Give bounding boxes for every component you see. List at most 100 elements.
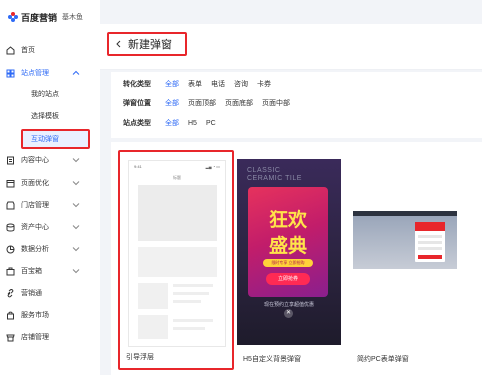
- sidebar-item-content-center[interactable]: 内容中心: [0, 152, 100, 168]
- chevron-down-icon: [72, 247, 80, 252]
- brand-name: 百度营销: [21, 12, 58, 23]
- filter-option[interactable]: 全部: [165, 98, 179, 108]
- page-title: 新建弹窗: [128, 39, 172, 51]
- calendar-icon: [6, 179, 15, 188]
- brand-product: 基木鱼: [62, 14, 84, 21]
- home-icon: [6, 45, 15, 55]
- sidebar-item-asset-center[interactable]: 资产中心: [0, 219, 100, 235]
- filter-option[interactable]: PC: [206, 120, 216, 127]
- sidebar-subitem-choose-template[interactable]: 选择模板: [31, 109, 59, 123]
- sidebar-item-marketing-link[interactable]: 营销通: [0, 285, 100, 301]
- sidebar-item-label: 数据分析: [21, 246, 49, 253]
- chevron-down-icon: [72, 269, 80, 274]
- back-arrow-icon[interactable]: [115, 40, 122, 48]
- brand-logo[interactable]: 百度营销 基木鱼: [8, 10, 83, 24]
- document-icon: [6, 156, 15, 165]
- filter-option[interactable]: 页面中部: [262, 98, 290, 108]
- analytics-icon: [6, 245, 15, 254]
- phone-page-title: 标题: [173, 175, 181, 180]
- filter-option[interactable]: 全部: [165, 79, 179, 89]
- grid-icon: [6, 69, 15, 78]
- template-card-label: 引导浮层: [126, 354, 154, 361]
- filter-option[interactable]: 页面底部: [225, 98, 253, 108]
- sidebar-item-label: 门店管理: [21, 202, 49, 209]
- chevron-up-icon: [72, 70, 80, 75]
- filter-option[interactable]: 页面顶部: [188, 98, 216, 108]
- toolbox-icon: [6, 267, 15, 276]
- store-icon: [6, 201, 15, 210]
- bg-text: CLASSIC CERAMIC TILE: [247, 167, 302, 182]
- template-card-pc-form[interactable]: [353, 159, 457, 345]
- sidebar-item-toolbox[interactable]: 百宝箱: [0, 263, 100, 279]
- sidebar-item-page-optimization[interactable]: 页面优化: [0, 175, 100, 191]
- database-icon: [6, 223, 15, 232]
- sidebar-item-label: 页面优化: [21, 180, 49, 187]
- sidebar-item-label: 店铺管理: [21, 334, 49, 341]
- page-header: 新建弹窗: [100, 24, 482, 70]
- close-icon: ✕: [284, 309, 293, 318]
- phone-status-icons: ▂▄ ◔ ▭: [205, 164, 220, 169]
- filter-option[interactable]: 电话: [211, 79, 225, 89]
- sidebar-item-label: 站点管理: [21, 70, 49, 77]
- sidebar: 百度营销 基木鱼 首页 站点管理 我的站点 选择模板 互动弹窗 内容中心 页面优…: [0, 0, 100, 375]
- sidebar-subitem-my-sites[interactable]: 我的站点: [31, 87, 59, 101]
- filter-option[interactable]: 卡券: [257, 79, 271, 89]
- placeholder-line: [173, 319, 213, 322]
- filter-row-conversion-type: 转化类型 全部 表单 电话 咨询 卡券: [123, 78, 280, 90]
- placeholder-line: [173, 300, 201, 303]
- phone-preview: 9:41 ▂▄ ◔ ▭ 标题: [128, 160, 226, 347]
- sidebar-item-label: 资产中心: [21, 224, 49, 231]
- shop-icon: [6, 333, 15, 342]
- sidebar-subitem-interactive-popup[interactable]: 互动弹窗: [31, 132, 59, 146]
- sidebar-item-label: 首页: [21, 47, 35, 54]
- sidebar-item-home[interactable]: 首页: [0, 42, 100, 58]
- chevron-down-icon: [72, 158, 80, 163]
- sidebar-item-service-market[interactable]: 服务市场: [0, 307, 100, 323]
- sidebar-item-shop-management[interactable]: 店铺管理: [0, 329, 100, 345]
- placeholder-thumb: [138, 283, 168, 309]
- poster-tag: 限时专享 立即抢购: [263, 259, 313, 267]
- placeholder-line: [173, 292, 209, 295]
- pc-form-popup: [415, 222, 445, 262]
- poster-hint: 现在预约立享超值优惠: [263, 302, 314, 308]
- sidebar-item-site-management[interactable]: 站点管理: [0, 65, 100, 81]
- promo-poster: 狂欢 盛典 限时专享 立即抢购 立即抢券: [248, 187, 328, 297]
- chevron-down-icon: [72, 181, 80, 186]
- chevron-down-icon: [72, 203, 80, 208]
- template-card-guide-overlay[interactable]: 9:41 ▂▄ ◔ ▭ 标题 引导浮层: [118, 150, 234, 370]
- filter-option[interactable]: 咨询: [234, 79, 248, 89]
- page-scrollbar[interactable]: [482, 0, 488, 375]
- template-card-label: H5自定义背景弹窗: [243, 356, 301, 363]
- pc-preview: [353, 211, 457, 269]
- filter-panel: 转化类型 全部 表单 电话 咨询 卡券 弹窗位置 全部 页面顶部 页面底部 页面…: [111, 72, 482, 138]
- placeholder-line: [173, 284, 213, 287]
- sidebar-item-label: 内容中心: [21, 157, 49, 164]
- filter-label: 转化类型: [123, 81, 151, 88]
- filter-option[interactable]: H5: [188, 120, 197, 127]
- filter-option[interactable]: 表单: [188, 79, 202, 89]
- page-title-box: 新建弹窗: [107, 32, 187, 56]
- poster-headline: 盛典: [268, 235, 307, 257]
- placeholder-banner: [138, 185, 217, 241]
- sidebar-item-label: 百宝箱: [21, 268, 42, 275]
- template-card-h5-custom-bg[interactable]: CLASSIC CERAMIC TILE 狂欢 盛典 限时专享 立即抢购 立即抢券…: [237, 159, 341, 345]
- sidebar-item-label: 营销通: [21, 290, 42, 297]
- sidebar-item-data-analysis[interactable]: 数据分析: [0, 241, 100, 257]
- placeholder-thumb: [138, 315, 168, 339]
- chevron-down-icon: [72, 225, 80, 230]
- sidebar-item-store-management[interactable]: 门店管理: [0, 197, 100, 213]
- filter-label: 站点类型: [123, 120, 151, 127]
- filter-option[interactable]: 全部: [165, 118, 179, 128]
- phone-time: 9:41: [134, 164, 142, 169]
- bag-icon: [6, 311, 15, 320]
- sidebar-item-label: 服务市场: [21, 312, 49, 319]
- filter-row-popup-position: 弹窗位置 全部 页面顶部 页面底部 页面中部: [123, 97, 299, 109]
- template-card-label: 简约PC表单弹窗: [357, 356, 409, 363]
- filter-row-site-type: 站点类型 全部 H5 PC: [123, 117, 225, 129]
- link-icon: [6, 288, 15, 298]
- poster-cta-button: 立即抢券: [266, 273, 310, 285]
- baidu-paw-icon: [8, 12, 18, 22]
- poster-headline: 狂欢: [268, 209, 307, 231]
- placeholder-line: [173, 327, 205, 330]
- filter-label: 弹窗位置: [123, 100, 151, 107]
